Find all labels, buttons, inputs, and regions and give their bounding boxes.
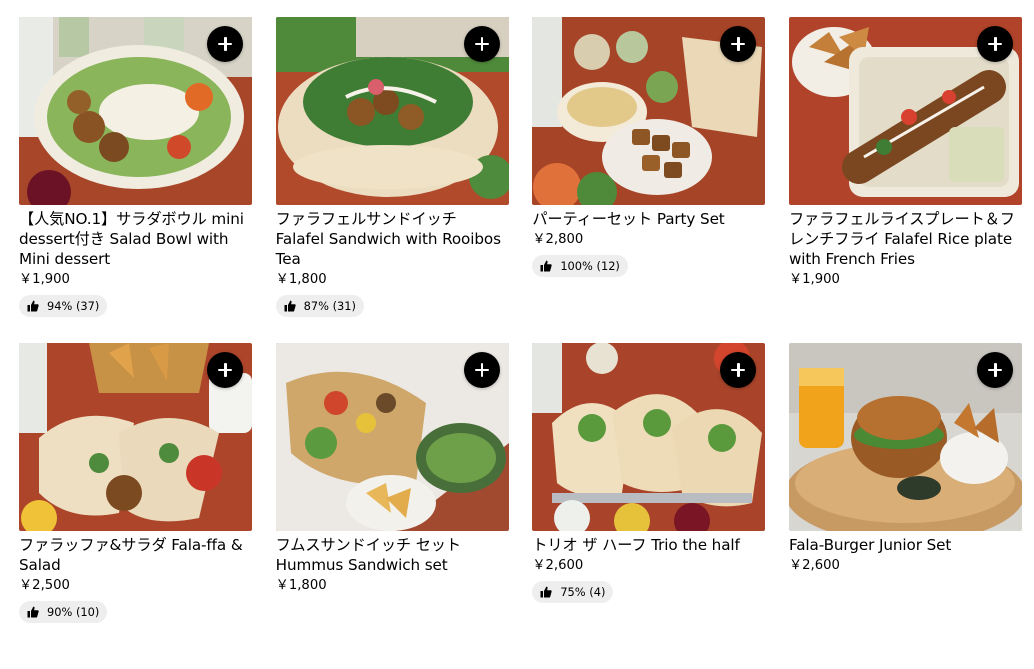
menu-item-price: ￥2,800 [532,232,584,247]
menu-item-image[interactable] [19,17,252,205]
plus-icon [474,37,489,51]
menu-item-card[interactable]: Fala-Burger Junior Set ￥2,600 [788,343,1022,669]
rating-text: 100% (12) [560,259,620,273]
plus-icon [987,363,1002,377]
menu-item-price: ￥2,600 [532,558,584,573]
plus-icon [218,363,232,377]
menu-item-price: ￥2,500 [19,578,70,593]
menu-grid: 【人気NO.1】サラダボウル mini dessert付き Salad Bowl… [19,17,1022,669]
menu-item-title[interactable]: パーティーセット Party Set [532,205,765,229]
add-to-cart-button[interactable] [463,352,500,388]
add-to-cart-button[interactable] [207,26,243,62]
add-to-cart-button[interactable] [207,352,243,388]
menu-item-price: ￥1,900 [19,272,70,287]
menu-item-image[interactable] [532,343,766,531]
add-to-cart-button[interactable] [976,352,1013,388]
rating-badge: 87% (31) [275,295,364,317]
menu-item-image[interactable] [788,17,1022,205]
menu-item-title[interactable]: ファラフェルサンドイッチ Falafel Sandwich with Rooib… [276,205,509,269]
thumbs-up-icon [284,300,296,312]
menu-item-image[interactable] [788,343,1022,531]
add-to-cart-button[interactable] [463,26,500,62]
menu-item-price: ￥2,600 [788,558,840,573]
menu-item-price: ￥1,900 [788,272,840,287]
menu-item-card[interactable]: ファラッファ&サラダ Fala-ffa & Salad ￥2,500 90% (… [19,343,252,669]
rating-text: 90% (10) [47,605,100,619]
menu-item-title[interactable]: トリオ ザ ハーフ Trio the half [532,531,765,555]
plus-icon [731,363,746,377]
menu-item-title[interactable]: ファラフェルライスプレート＆フレンチフライ Falafel Rice plate… [789,205,1022,269]
plus-icon [987,37,1002,51]
rating-badge: 100% (12) [532,255,628,277]
rating-text: 87% (31) [303,299,356,313]
menu-item-image[interactable] [19,343,252,531]
menu-item-card[interactable]: フムスサンドイッチ セット Hummus Sandwich set ￥1,800 [275,343,509,669]
rating-badge: 94% (37) [19,295,108,317]
menu-item-image[interactable] [275,17,509,205]
menu-item-title[interactable]: フムスサンドイッチ セット Hummus Sandwich set [276,531,509,575]
thumbs-up-icon [540,260,553,272]
rating-badge: 90% (10) [19,601,108,623]
menu-item-card[interactable]: トリオ ザ ハーフ Trio the half ￥2,600 75% (4) [532,343,766,669]
menu-item-image[interactable] [275,343,509,531]
rating-text: 94% (37) [47,299,100,313]
add-to-cart-button[interactable] [976,26,1013,62]
thumbs-up-icon [27,300,39,312]
plus-icon [474,363,489,377]
plus-icon [731,37,746,51]
menu-item-price: ￥1,800 [275,578,327,593]
plus-icon [218,37,232,51]
rating-text: 75% (4) [560,585,606,599]
menu-item-image[interactable] [532,17,766,205]
thumbs-up-icon [27,606,39,618]
menu-item-title[interactable]: ファラッファ&サラダ Fala-ffa & Salad [19,531,252,575]
menu-item-card[interactable]: 【人気NO.1】サラダボウル mini dessert付き Salad Bowl… [19,17,252,343]
menu-item-price: ￥1,800 [275,272,327,287]
thumbs-up-icon [540,586,553,598]
menu-item-card[interactable]: ファラフェルライスプレート＆フレンチフライ Falafel Rice plate… [788,17,1022,343]
menu-item-title[interactable]: 【人気NO.1】サラダボウル mini dessert付き Salad Bowl… [19,205,252,269]
menu-item-card[interactable]: パーティーセット Party Set ￥2,800 100% (12) [532,17,766,343]
menu-item-card[interactable]: ファラフェルサンドイッチ Falafel Sandwich with Rooib… [275,17,509,343]
menu-item-title[interactable]: Fala-Burger Junior Set [789,531,1022,555]
rating-badge: 75% (4) [532,581,614,603]
